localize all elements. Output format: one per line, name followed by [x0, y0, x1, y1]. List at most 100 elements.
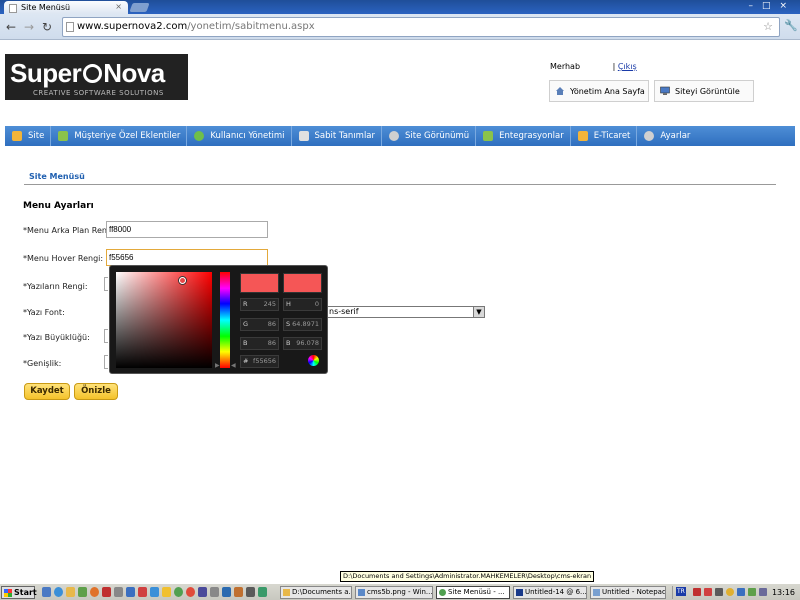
menu-item-kullanici-yonetimi[interactable]: Kullanıcı Yönetimi: [187, 126, 292, 146]
tray-app-icon[interactable]: [715, 588, 723, 596]
task-explorer[interactable]: D:\Documents a...: [280, 586, 352, 599]
address-bar[interactable]: www.supernova2.com/yonetim/sabitmenu.asp…: [62, 17, 780, 37]
close-tab-icon[interactable]: ×: [115, 2, 122, 11]
tab-site-menusu[interactable]: Site Menüsü ×: [4, 1, 128, 14]
quicklaunch-ie-icon[interactable]: [54, 587, 63, 597]
quicklaunch-app-icon[interactable]: [162, 587, 171, 597]
preview-button[interactable]: Önizle: [74, 383, 118, 400]
quicklaunch-app-icon[interactable]: [186, 587, 195, 597]
font-size-input[interactable]: [104, 329, 108, 343]
green-label: G: [243, 320, 249, 328]
text-color-input[interactable]: [104, 277, 108, 291]
start-button[interactable]: Start: [1, 586, 37, 599]
new-tab-button[interactable]: [129, 3, 150, 12]
current-color-swatch[interactable]: [283, 273, 322, 293]
quicklaunch-app-icon[interactable]: [102, 587, 111, 597]
hue-slider[interactable]: [220, 272, 230, 368]
quicklaunch-desktop-icon[interactable]: [42, 587, 51, 597]
color-wheel-icon[interactable]: [308, 355, 319, 366]
quicklaunch-app-icon[interactable]: [210, 587, 219, 597]
task-photoshop[interactable]: Untitled-14 @ 6...: [513, 586, 587, 599]
menu-item-label: Kullanıcı Yönetimi: [210, 131, 285, 141]
menu-item-site-gorunumu[interactable]: Site Görünümü: [382, 126, 477, 146]
admin-home-button[interactable]: Yönetim Ana Sayfa: [549, 80, 649, 102]
menu-item-site[interactable]: Site: [5, 126, 52, 146]
home-icon: [556, 87, 564, 95]
menu-item-entegrasyonlar[interactable]: Entegrasyonlar: [476, 126, 571, 146]
logout-link[interactable]: Çıkış: [618, 62, 637, 71]
quicklaunch-app-icon[interactable]: [78, 587, 87, 597]
width-input[interactable]: [104, 355, 108, 369]
quicklaunch-folder-icon[interactable]: [66, 587, 75, 597]
window-controls[interactable]: –□×: [748, 1, 796, 11]
monitor-icon: [660, 86, 670, 95]
red-field[interactable]: R 245: [240, 298, 279, 311]
browser-window: Site Menüsü × –□× ← → ↻ www.supernova2.c…: [0, 0, 800, 600]
tray-app-icon[interactable]: [748, 588, 756, 596]
quicklaunch-app-icon[interactable]: [234, 587, 243, 597]
dropdown-arrow-icon[interactable]: ▼: [473, 307, 484, 317]
wrench-menu-icon[interactable]: 🔧: [784, 19, 798, 32]
blue-field[interactable]: B 86: [240, 337, 279, 350]
text-color-label: *Yazıların Rengi:: [23, 282, 88, 291]
quicklaunch-app-icon[interactable]: [126, 587, 135, 597]
font-select[interactable]: ns-serif ▼: [326, 306, 485, 318]
blue-label: B: [243, 339, 248, 347]
back-arrow-icon[interactable]: ←: [6, 20, 16, 34]
tray-volume-icon[interactable]: [759, 588, 767, 596]
quicklaunch-app-icon[interactable]: [198, 587, 207, 597]
menu-item-e-ticaret[interactable]: E-Ticaret: [571, 126, 638, 146]
view-site-button[interactable]: Siteyi Görüntüle: [654, 80, 754, 102]
reload-icon[interactable]: ↻: [42, 20, 52, 34]
greeting: Merhab | Çıkış: [550, 62, 637, 71]
hover-color-input[interactable]: [106, 249, 268, 266]
saturation-brightness-area[interactable]: [116, 272, 212, 368]
brightness-label: B: [286, 339, 291, 347]
main-menu: Site Müşteriye Özel Eklentiler Kullanıcı…: [5, 126, 795, 146]
task-label: D:\Documents a...: [292, 588, 352, 596]
quicklaunch-app-icon[interactable]: [114, 587, 123, 597]
quicklaunch-app-icon[interactable]: [222, 587, 231, 597]
brightness-field[interactable]: B 96.078: [283, 337, 322, 350]
tray-app-icon[interactable]: [704, 588, 712, 596]
tray-app-icon[interactable]: [737, 588, 745, 596]
task-label: Untitled-14 @ 6...: [525, 588, 587, 596]
star-folder-icon: [577, 131, 588, 141]
green-field[interactable]: G 86: [240, 318, 279, 331]
path-tooltip: D:\Documents and Settings\Administrator.…: [340, 571, 595, 582]
task-notepad[interactable]: Untitled - Notepad: [590, 586, 666, 599]
menu-item-musteriye-ozel-eklentiler[interactable]: Müşteriye Özel Eklentiler: [51, 126, 188, 146]
hex-value: f55656: [253, 357, 276, 365]
quicklaunch-firefox-icon[interactable]: [90, 587, 99, 597]
saturation-field[interactable]: S 64.8971: [283, 318, 322, 331]
task-chrome[interactable]: Site Menüsü - ...: [436, 586, 510, 599]
document-icon: [298, 131, 309, 141]
tray-shield-icon[interactable]: [726, 588, 734, 596]
bg-color-input[interactable]: [106, 221, 268, 238]
hue-field[interactable]: H0: [283, 298, 322, 311]
breadcrumb[interactable]: Site Menüsü: [29, 172, 85, 181]
bookmark-star-icon[interactable]: ☆: [763, 20, 773, 33]
quicklaunch-app-icon[interactable]: [138, 587, 147, 597]
hex-field[interactable]: # f55656: [240, 355, 279, 368]
menu-item-ayarlar[interactable]: Ayarlar: [637, 126, 696, 146]
language-indicator[interactable]: TR: [676, 587, 686, 596]
tray-app-icon[interactable]: [693, 588, 701, 596]
supernova-logo[interactable]: Super Nova CREATIVE SOFTWARE SOLUTIONS: [5, 54, 188, 100]
task-image-viewer[interactable]: cms5b.png - Win...: [355, 586, 433, 599]
greeting-text: Merhab: [550, 62, 581, 71]
star-folder-icon: [12, 131, 22, 141]
menu-item-label: Site Görünümü: [405, 131, 470, 141]
quicklaunch-app-icon[interactable]: [150, 587, 159, 597]
taskbar: Start D:\Documents a... cms5b.png - Win.…: [0, 583, 800, 600]
save-button[interactable]: Kaydet: [24, 383, 70, 400]
url-domain: www.supernova2.com: [77, 21, 188, 32]
forward-arrow-icon[interactable]: →: [24, 20, 34, 34]
menu-item-sabit-tanimlar[interactable]: Sabit Tanımlar: [292, 126, 383, 146]
quicklaunch-app-icon[interactable]: [246, 587, 255, 597]
greeting-separator: |: [610, 62, 618, 71]
quicklaunch-app-icon[interactable]: [258, 587, 267, 597]
red-value: 245: [263, 300, 276, 308]
quicklaunch-chrome-icon[interactable]: [174, 587, 183, 597]
color-cursor[interactable]: [179, 277, 186, 284]
